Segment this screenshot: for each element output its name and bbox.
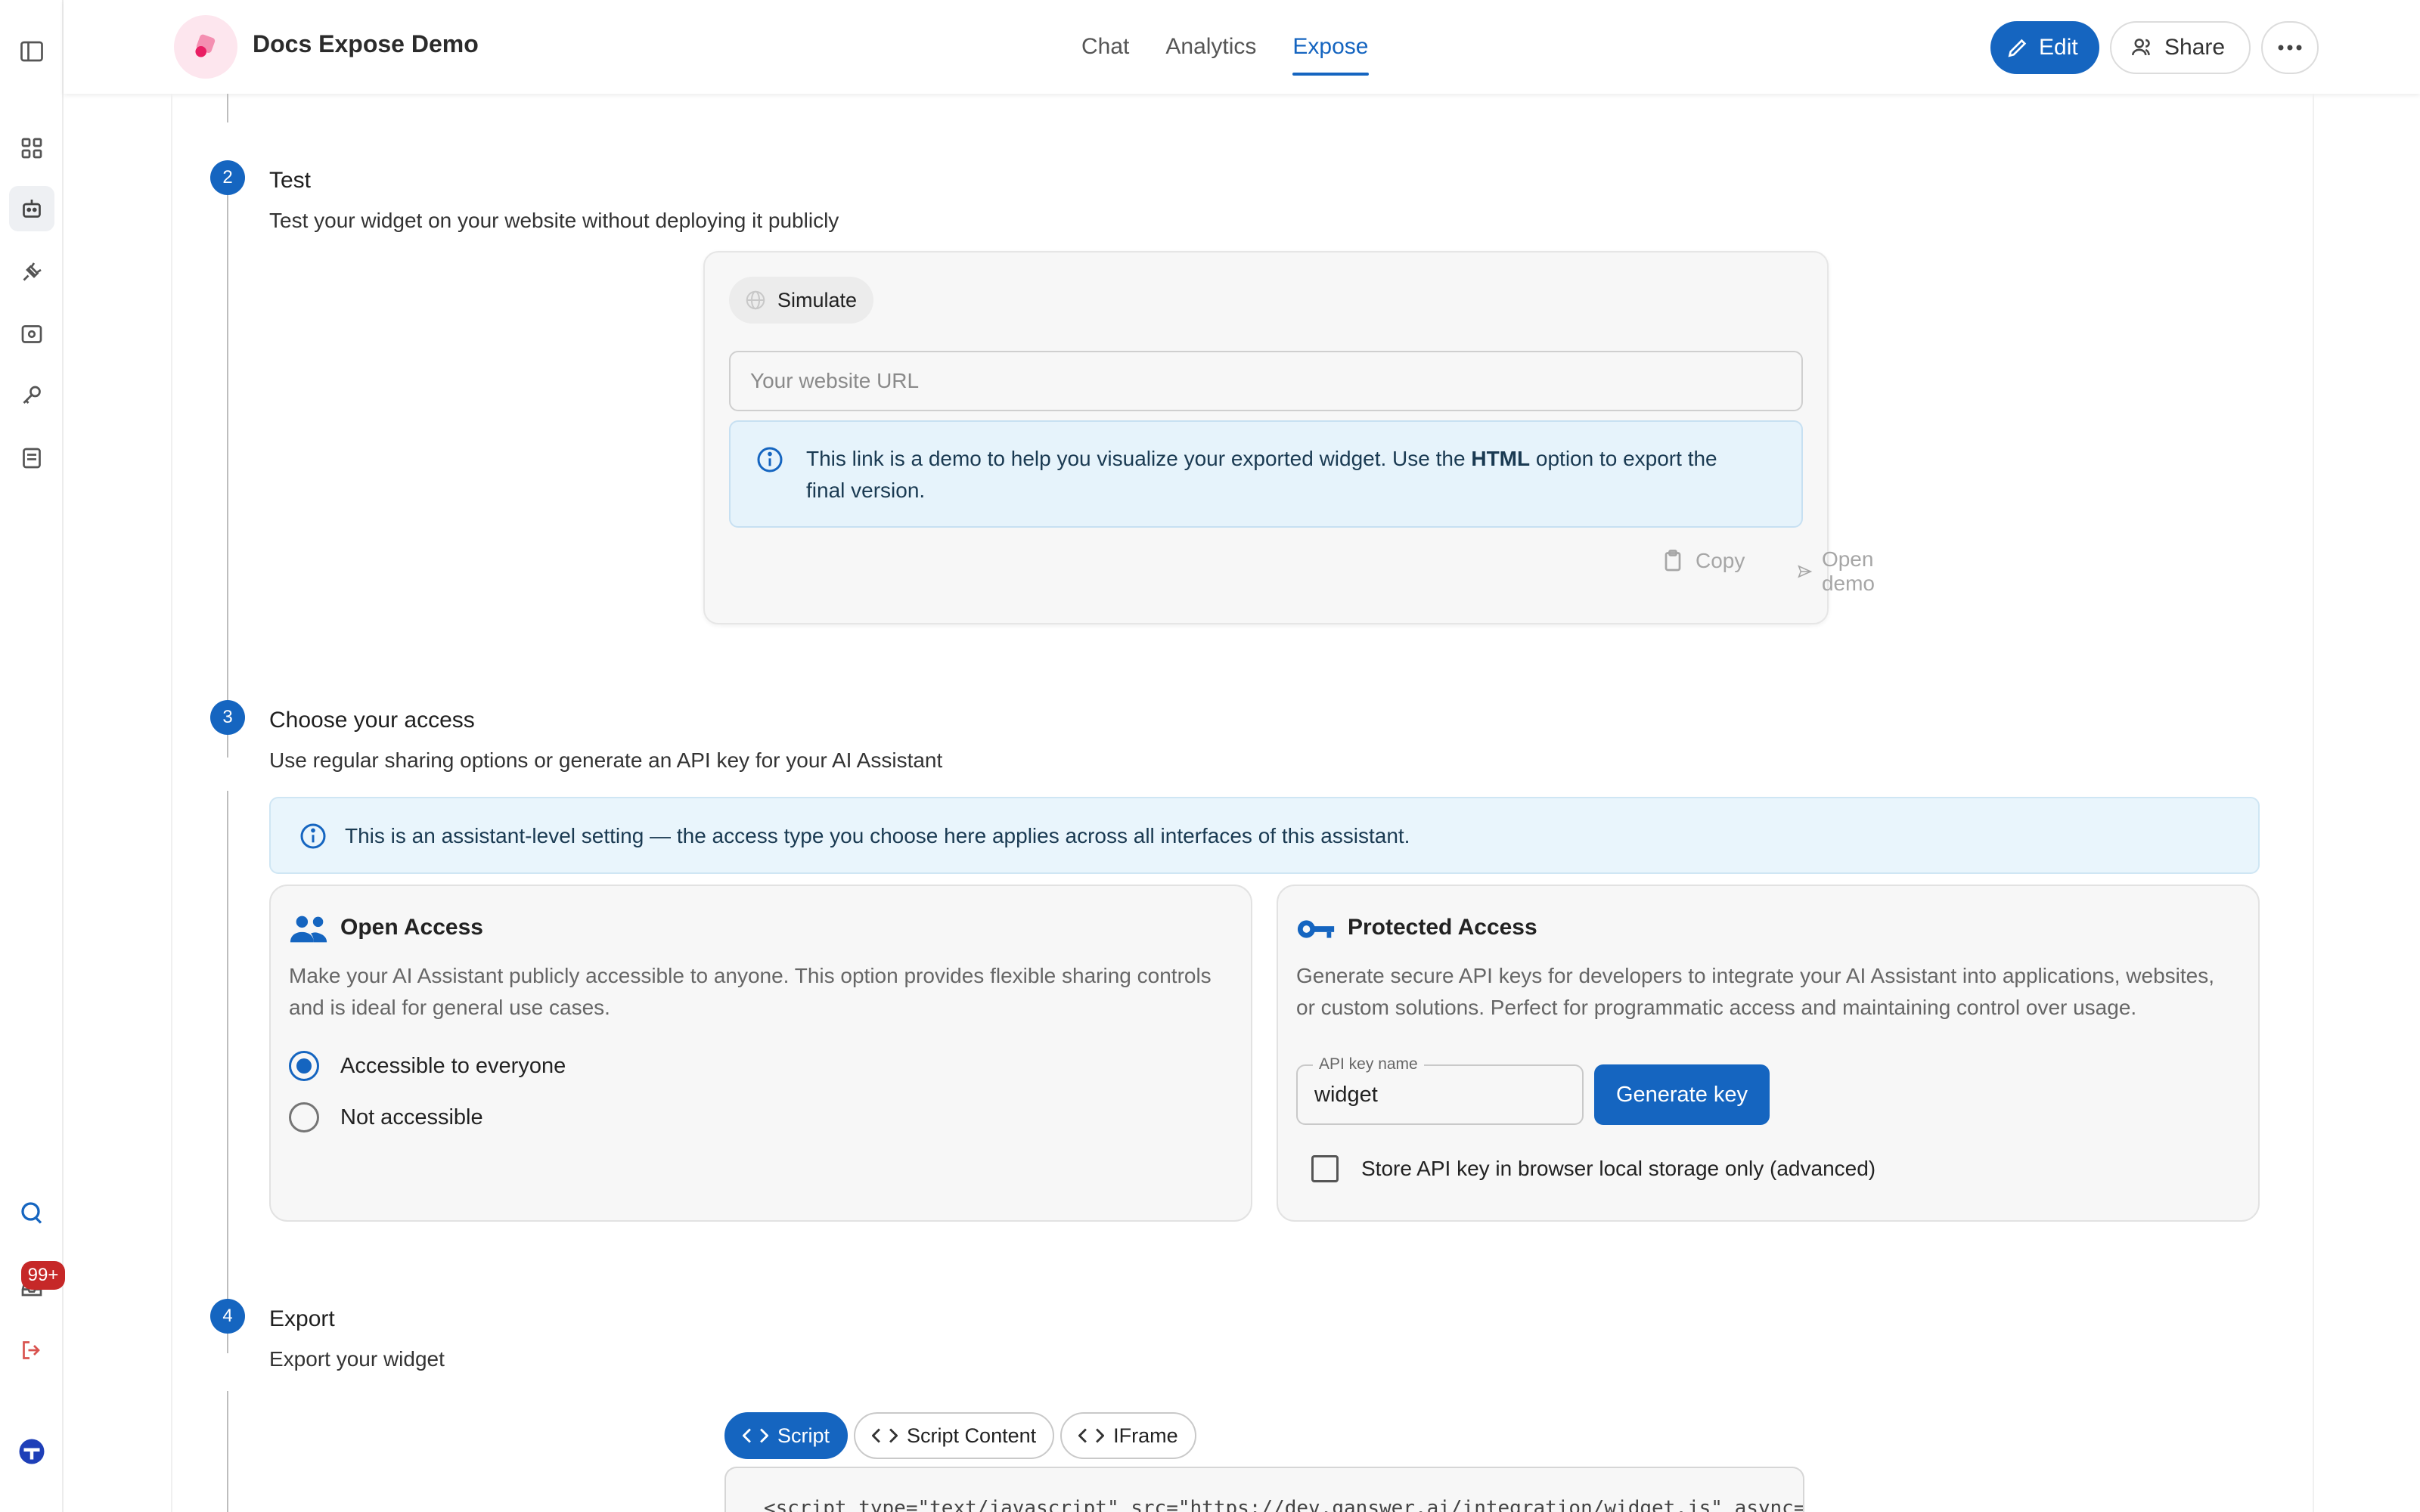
book-icon[interactable] (9, 435, 54, 481)
pencil-icon (2008, 39, 2027, 57)
search-user-icon[interactable] (9, 1190, 54, 1235)
copy-label: Copy (1696, 549, 1745, 572)
radio-button-selected[interactable] (289, 1051, 319, 1081)
tab-chat[interactable]: Chat (1081, 0, 1129, 94)
radio-not-accessible-label: Not accessible (340, 1105, 483, 1129)
open-demo-label: Open demo (1821, 547, 1875, 595)
more-horizontal-icon (2278, 45, 2302, 51)
step-number: 2 (210, 160, 245, 195)
step-desc-test: Test your widget on your website without… (269, 209, 839, 232)
notification-badge: 99+ (21, 1261, 65, 1290)
people-icon (290, 916, 327, 943)
logout-icon[interactable] (9, 1328, 54, 1373)
key-icon[interactable] (9, 373, 54, 419)
export-tab-script[interactable]: Script (724, 1412, 849, 1459)
radio-accessible-label: Accessible to everyone (340, 1053, 566, 1078)
more-options-button[interactable] (2261, 21, 2319, 74)
export-tab-script-label: Script (777, 1424, 830, 1447)
demo-info-text: This link is a demo to help you visualiz… (806, 447, 1717, 502)
export-code-box[interactable]: <script type="text/javascript" src="http… (724, 1467, 1804, 1512)
store-key-checkbox-row[interactable]: Store API key in browser local storage o… (1311, 1155, 1876, 1182)
info-icon (300, 823, 326, 849)
avatar[interactable] (9, 1429, 54, 1474)
step-title-test: Test (269, 168, 312, 193)
tab-expose[interactable]: Expose (1292, 0, 1369, 94)
code-icon (743, 1428, 768, 1443)
export-code: <script type="text/javascript" src="http… (764, 1497, 1804, 1512)
main-content: 2 Test Test your widget on your website … (171, 94, 2314, 1512)
scan-icon[interactable] (9, 311, 54, 357)
website-url-input[interactable] (729, 351, 1803, 411)
users-icon (2131, 39, 2150, 56)
simulate-chip[interactable]: Simulate (729, 277, 874, 324)
protected-access-title: Protected Access (1348, 915, 1537, 940)
app-title: Docs Expose Demo (253, 30, 479, 57)
open-demo-button[interactable]: Open demo (1797, 547, 1886, 596)
access-info-text: This is an assistant-level setting — the… (345, 824, 1410, 847)
sidebar-toggle-icon[interactable] (9, 29, 54, 74)
step-number: 3 (210, 700, 245, 735)
api-key-name-label: API key name (1313, 1055, 1424, 1074)
key-icon (1297, 920, 1335, 938)
timeline-line (227, 1391, 228, 1512)
step-desc-export: Export your widget (269, 1347, 445, 1371)
globe-icon (746, 290, 765, 310)
open-access-title: Open Access (340, 915, 483, 940)
open-access-desc: Make your AI Assistant publicly accessib… (289, 964, 1212, 1019)
edit-button[interactable]: Edit (1990, 21, 2099, 74)
api-key-name-value[interactable]: widget (1314, 1083, 1378, 1108)
radio-button[interactable] (289, 1102, 319, 1132)
store-key-label: Store API key in browser local storage o… (1361, 1157, 1876, 1180)
tab-analytics[interactable]: Analytics (1165, 0, 1256, 94)
generate-key-button[interactable]: Generate key (1594, 1064, 1770, 1125)
grid-icon[interactable] (9, 125, 54, 171)
timeline-line (227, 94, 228, 122)
share-button[interactable]: Share (2110, 21, 2251, 74)
export-tab-script-content-label: Script Content (907, 1424, 1037, 1447)
copy-button[interactable]: Copy (1659, 547, 1745, 575)
edit-label: Edit (2039, 35, 2078, 60)
info-icon (757, 447, 783, 472)
share-label: Share (2164, 35, 2226, 60)
app-logo (174, 15, 237, 79)
export-tabs: Script Script Content IFrame (724, 1412, 1196, 1459)
open-access-card: Open Access Make your AI Assistant publi… (269, 885, 1252, 1222)
store-key-checkbox[interactable] (1311, 1155, 1339, 1182)
access-info-box: This is an assistant-level setting — the… (269, 797, 2260, 874)
step-title-access: Choose your access (269, 708, 475, 733)
radio-accessible[interactable]: Accessible to everyone (289, 1051, 566, 1081)
step-title-export: Export (269, 1306, 335, 1331)
timeline-line (227, 186, 228, 758)
plug-icon[interactable] (9, 249, 54, 295)
protected-access-card: Protected Access Generate secure API key… (1277, 885, 2260, 1222)
export-tab-script-content[interactable]: Script Content (854, 1412, 1055, 1459)
demo-info-box: This link is a demo to help you visualiz… (729, 420, 1803, 528)
code-icon (872, 1428, 898, 1443)
export-tab-iframe-label: IFrame (1113, 1424, 1178, 1447)
clipboard-icon (1665, 550, 1681, 572)
simulate-label: Simulate (777, 288, 858, 311)
protected-access-desc: Generate secure API keys for developers … (1296, 964, 2214, 1019)
test-card: Simulate This link is a demo to help you… (703, 251, 1875, 624)
export-tab-iframe[interactable]: IFrame (1060, 1412, 1196, 1459)
api-key-name-field[interactable]: API key name widget (1296, 1055, 1584, 1125)
radio-not-accessible[interactable]: Not accessible (289, 1102, 483, 1132)
step-number: 4 (210, 1299, 245, 1334)
timeline-line (227, 791, 228, 1353)
step-desc-access: Use regular sharing options or generate … (269, 748, 943, 772)
header-tabs: Chat Analytics Expose (1081, 0, 1369, 94)
code-icon (1078, 1428, 1105, 1443)
send-icon (1798, 565, 1813, 578)
robot-icon[interactable] (9, 186, 54, 231)
top-header: Docs Expose Demo Chat Analytics Expose E… (64, 0, 2420, 94)
left-rail: 99+ (0, 0, 65, 1512)
